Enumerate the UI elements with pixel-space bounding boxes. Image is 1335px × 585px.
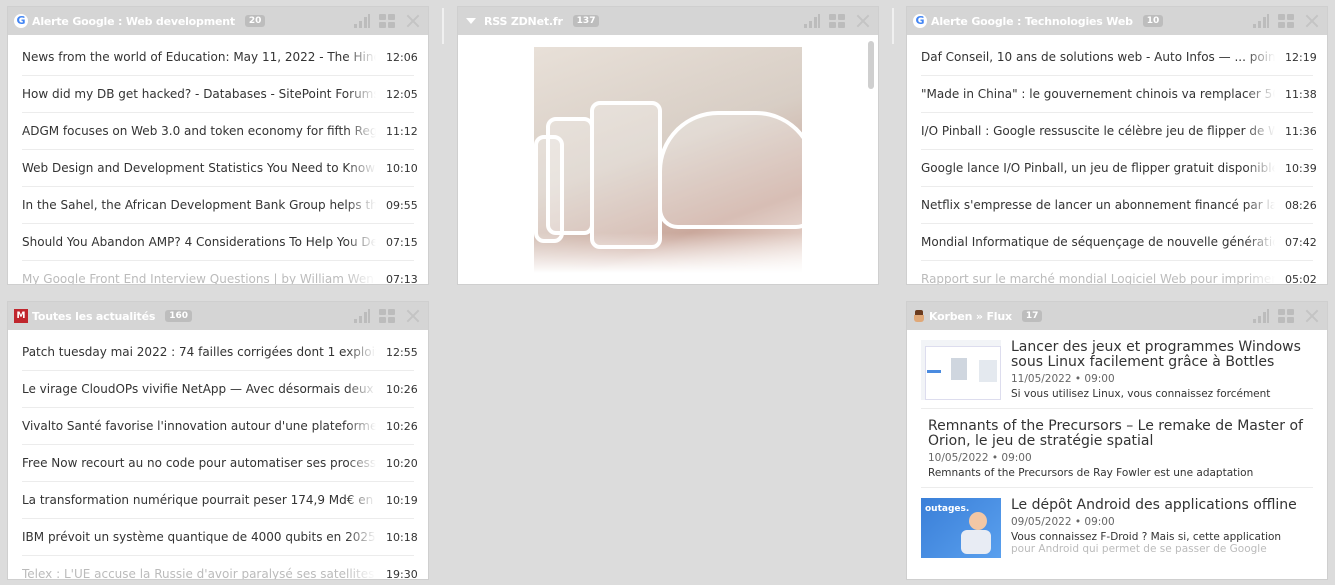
close-icon[interactable] xyxy=(405,308,422,324)
widget-technologies-web: G Alerte Google : Technologies Web 10 Da… xyxy=(906,6,1328,285)
feed-item[interactable]: "Made in China" : le gouvernement chinoi… xyxy=(921,76,1317,113)
feed-list: Daf Conseil, 10 ans de solutions web - A… xyxy=(907,35,1327,284)
widget-toutes-les-actualites: M Toutes les actualités 160 Patch tuesda… xyxy=(7,301,429,580)
stats-bars-icon[interactable] xyxy=(1252,308,1269,324)
article-title: Remnants of the Precursors – Le remake d… xyxy=(928,419,1303,449)
article-excerpt: Remnants of the Precursors de Ray Fowler… xyxy=(928,467,1254,479)
feed-item[interactable]: Web Design and Development Statistics Yo… xyxy=(22,150,418,187)
feed-item[interactable]: Vivalto Santé favorise l'innovation auto… xyxy=(22,408,418,445)
article-excerpt: Si vous utilisez Linux, vous connaissez … xyxy=(1011,388,1271,400)
feed-item[interactable]: Netflix s'empresse de lancer un abonneme… xyxy=(921,187,1317,224)
grid-view-icon[interactable] xyxy=(379,308,396,324)
article-title: Lancer des jeux et programmes Windows so… xyxy=(1011,340,1301,370)
article-thumbnail[interactable] xyxy=(921,340,1001,400)
article-date: 09/05/2022 • 09:00 xyxy=(1011,516,1115,528)
widget-title: Korben » Flux xyxy=(929,309,1012,323)
feed-item[interactable]: IBM prévoit un système quantique de 4000… xyxy=(22,519,418,556)
article-preview[interactable] xyxy=(458,35,878,284)
google-icon: G xyxy=(913,14,927,28)
widget-title: Alerte Google : Technologies Web xyxy=(931,14,1133,28)
feed-item[interactable]: Telex : L'UE accuse la Russie d'avoir pa… xyxy=(22,556,418,579)
widget-header[interactable]: M Toutes les actualités 160 xyxy=(8,302,428,330)
feed-item[interactable]: Le virage CloudOPs vivifie NetApp — Avec… xyxy=(22,371,418,408)
article-title: Le dépôt Android des applications offlin… xyxy=(1011,498,1297,513)
close-icon[interactable] xyxy=(1304,308,1321,324)
article-date: 11/05/2022 • 09:00 xyxy=(1011,373,1115,385)
feed-item[interactable]: Patch tuesday mai 2022 : 74 failles corr… xyxy=(22,334,418,371)
widget-title: RSS ZDNet.fr xyxy=(484,14,563,28)
close-icon[interactable] xyxy=(405,13,422,29)
grid-view-icon[interactable] xyxy=(1278,13,1295,29)
article-excerpt: Vous connaissez F-Droid ? Mais si, cette… xyxy=(1011,531,1282,543)
article-image[interactable] xyxy=(534,47,802,273)
widget-header[interactable]: G Alerte Google : Technologies Web 10 xyxy=(907,7,1327,35)
article-thumbnail[interactable]: outages. xyxy=(921,498,1001,558)
close-icon[interactable] xyxy=(1304,13,1321,29)
widget-title: Alerte Google : Web development xyxy=(32,14,235,28)
grid-view-icon[interactable] xyxy=(1278,308,1295,324)
feed-item[interactable]: ADGM focuses on Web 3.0 and token econom… xyxy=(22,113,418,150)
widget-header[interactable]: Korben » Flux 17 xyxy=(907,302,1327,330)
widget-title: Toutes les actualités xyxy=(32,309,156,323)
feed-item[interactable]: News from the world of Education: May 11… xyxy=(22,39,418,76)
google-icon: G xyxy=(14,14,28,28)
stats-bars-icon[interactable] xyxy=(353,308,370,324)
grid-view-icon[interactable] xyxy=(379,13,396,29)
article-item[interactable]: Lancer des jeux et programmes Windows so… xyxy=(921,330,1313,409)
article-date: 10/05/2022 • 09:00 xyxy=(928,452,1032,464)
stats-bars-icon[interactable] xyxy=(353,13,370,29)
collapse-triangle-icon[interactable] xyxy=(466,18,476,24)
stats-bars-icon[interactable] xyxy=(1252,13,1269,29)
widget-zdnet: RSS ZDNet.fr 137 xyxy=(457,6,879,285)
feed-item[interactable]: Mondial Informatique de séquençage de no… xyxy=(921,224,1317,261)
feed-item[interactable]: La transformation numérique pourrait pes… xyxy=(22,482,418,519)
unread-count-badge: 160 xyxy=(165,310,192,322)
m-logo-icon: M xyxy=(14,309,28,323)
article-item[interactable]: outages. Le dépôt Android des applicatio… xyxy=(921,488,1313,566)
feed-item[interactable]: How did my DB get hacked? - Databases - … xyxy=(22,76,418,113)
feed-item[interactable]: Free Now recourt au no code pour automat… xyxy=(22,445,418,482)
widget-header[interactable]: RSS ZDNet.fr 137 xyxy=(458,7,878,35)
feed-item[interactable]: Should You Abandon AMP? 4 Considerations… xyxy=(22,224,418,261)
feed-item[interactable]: Google lance I/O Pinball, un jeu de flip… xyxy=(921,150,1317,187)
feed-list: News from the world of Education: May 11… xyxy=(8,35,428,284)
korben-avatar-icon xyxy=(913,310,925,322)
widget-web-development: G Alerte Google : Web development 20 New… xyxy=(7,6,429,285)
close-icon[interactable] xyxy=(855,13,872,29)
article-list: Lancer des jeux et programmes Windows so… xyxy=(907,330,1327,566)
unread-count-badge: 17 xyxy=(1021,310,1043,322)
column-divider[interactable] xyxy=(892,8,894,44)
scrollbar-thumb[interactable] xyxy=(868,41,874,89)
widget-korben: Korben » Flux 17 Lancer des jeux et prog… xyxy=(906,301,1328,580)
thumbnail-caption: outages. xyxy=(925,504,970,514)
article-item[interactable]: Remnants of the Precursors – Le remake d… xyxy=(921,409,1313,488)
feed-item[interactable]: Daf Conseil, 10 ans de solutions web - A… xyxy=(921,39,1317,76)
feed-item[interactable]: Rapport sur le marché mondial Logiciel W… xyxy=(921,261,1317,284)
unread-count-badge: 20 xyxy=(244,15,266,27)
widget-header[interactable]: G Alerte Google : Web development 20 xyxy=(8,7,428,35)
stats-bars-icon[interactable] xyxy=(803,13,820,29)
feed-item[interactable]: In the Sahel, the African Development Ba… xyxy=(22,187,418,224)
unread-count-badge: 10 xyxy=(1142,15,1164,27)
column-divider[interactable] xyxy=(442,8,444,44)
feed-list: Patch tuesday mai 2022 : 74 failles corr… xyxy=(8,330,428,579)
unread-count-badge: 137 xyxy=(572,15,600,27)
article-excerpt-continued: pour Android qui permet de se passer de … xyxy=(1011,543,1267,555)
feed-item[interactable]: I/O Pinball : Google ressuscite le célèb… xyxy=(921,113,1317,150)
grid-view-icon[interactable] xyxy=(829,13,846,29)
feed-item[interactable]: My Google Front End Interview Questions … xyxy=(22,261,418,284)
